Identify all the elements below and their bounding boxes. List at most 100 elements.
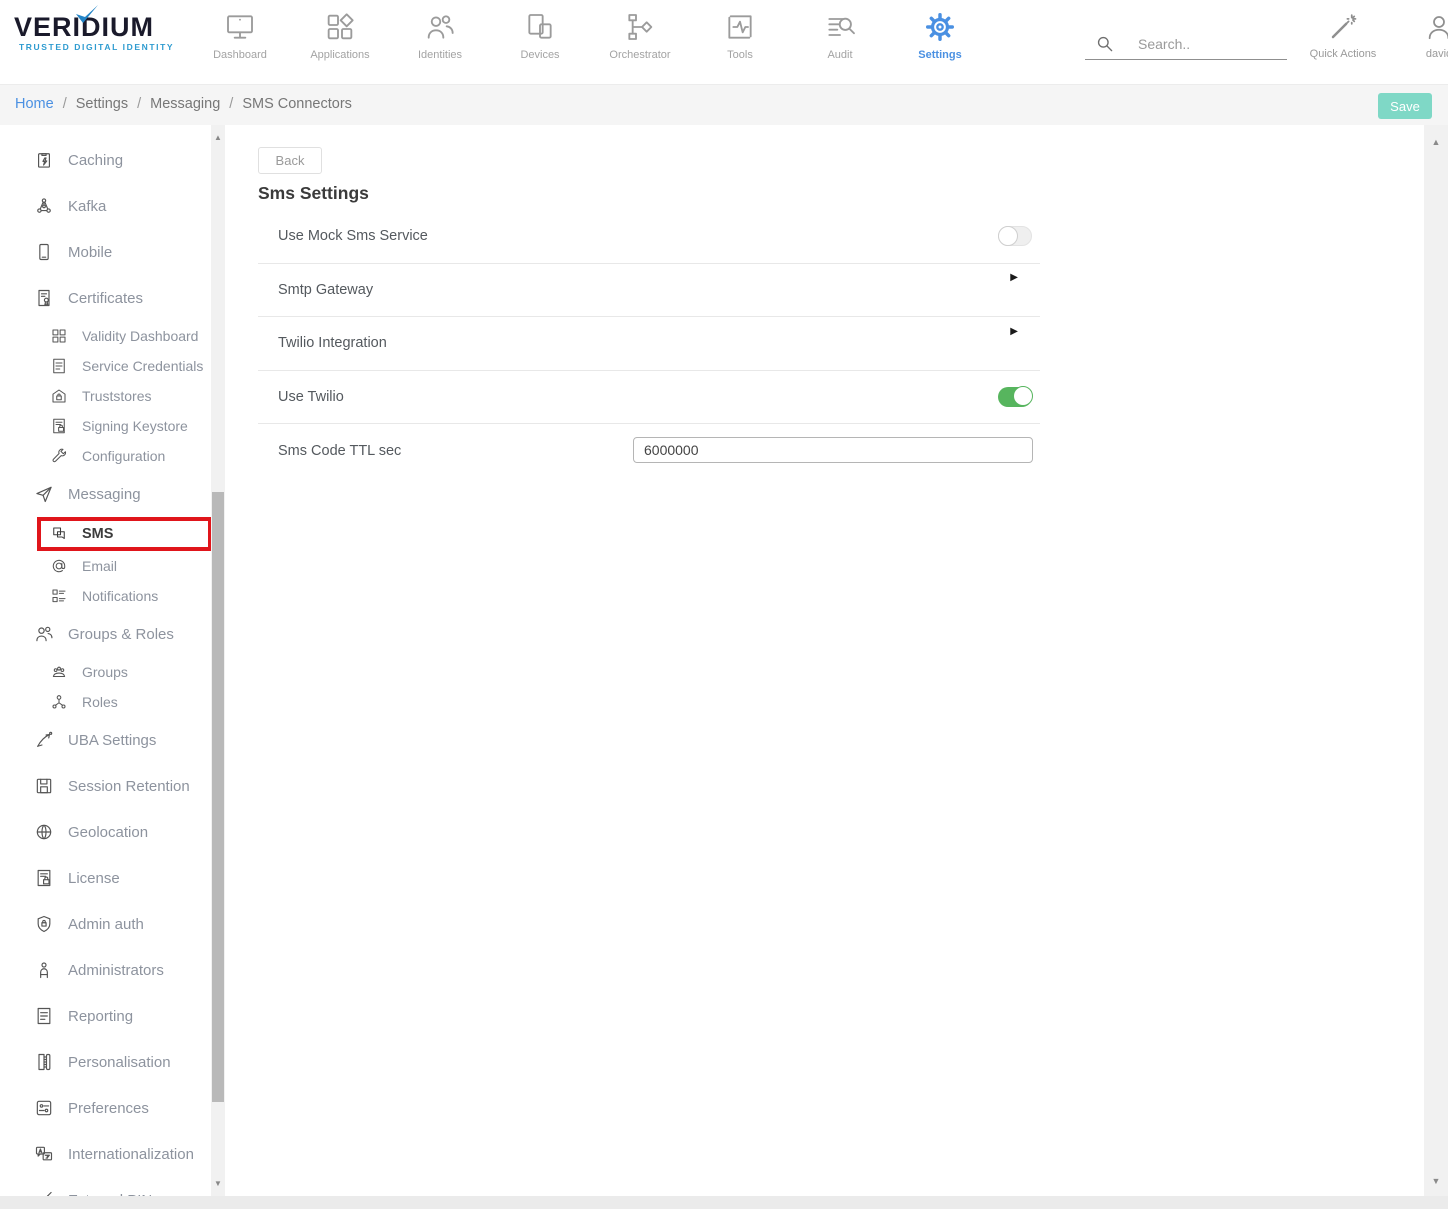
nav-label-tools: Tools	[727, 49, 753, 61]
sidebar-item-admin-auth[interactable]: Admin auth	[0, 901, 212, 947]
search-input[interactable]	[1138, 36, 1278, 52]
nav-item-identities[interactable]: Identities	[390, 8, 490, 72]
page-scroll-down-icon[interactable]: ▼	[1424, 1176, 1448, 1186]
sidebar-item-reporting[interactable]: Reporting	[0, 993, 212, 1039]
nav-item-settings[interactable]: Settings	[890, 8, 990, 72]
row-label-sms-code-ttl-sec: Sms Code TTL sec	[258, 443, 401, 459]
sidebar-item-groups[interactable]: Groups	[0, 657, 212, 687]
doc-lock-icon	[50, 417, 68, 435]
sidebar-item-certificates[interactable]: Certificates	[0, 275, 212, 321]
sms-code-ttl-sec-input[interactable]	[633, 437, 1033, 463]
personalise-icon	[34, 1052, 54, 1072]
nav-label-dashboard: Dashboard	[213, 49, 267, 61]
use-twilio-toggle[interactable]	[998, 387, 1032, 407]
kafka-icon	[34, 196, 54, 216]
sidebar-label-geolocation: Geolocation	[68, 824, 148, 841]
notifications-icon	[50, 587, 68, 605]
roles-icon	[50, 693, 68, 711]
sidebar-item-service-credentials[interactable]: Service Credentials	[0, 351, 212, 381]
sidebar-item-external-pin[interactable]: External PIN	[0, 1177, 212, 1196]
doc-lines-icon	[34, 1006, 54, 1026]
quick-actions-label: Quick Actions	[1310, 48, 1377, 60]
veridium-logo[interactable]: VERIDIUM TRUSTED DIGITAL IDENTITY	[14, 12, 184, 52]
nav-label-identities: Identities	[418, 49, 462, 61]
sidebar-item-internationalization[interactable]: Internationalization	[0, 1131, 212, 1177]
sidebar-item-license[interactable]: License	[0, 855, 212, 901]
safe-icon	[50, 387, 68, 405]
sidebar-label-internationalization: Internationalization	[68, 1146, 194, 1163]
breadcrumb-item-messaging[interactable]: Messaging	[150, 96, 220, 112]
scroll-up-icon[interactable]: ▲	[211, 133, 225, 142]
sidebar-item-email[interactable]: Email	[0, 551, 212, 581]
sidebar-item-roles[interactable]: Roles	[0, 687, 212, 717]
breadcrumb-item-settings[interactable]: Settings	[76, 96, 128, 112]
sidebar-item-personalisation[interactable]: Personalisation	[0, 1039, 212, 1085]
sidebar-item-messaging[interactable]: Messaging	[0, 471, 212, 517]
identities-icon	[424, 11, 456, 43]
doc-lines-icon	[50, 357, 68, 375]
sidebar-label-roles: Roles	[82, 694, 118, 710]
search-box	[1085, 28, 1287, 60]
nav-item-audit[interactable]: Audit	[790, 8, 890, 72]
identities-icon	[34, 624, 54, 644]
sidebar-item-uba-settings[interactable]: UBA Settings	[0, 717, 212, 763]
sidebar-label-reporting: Reporting	[68, 1008, 133, 1025]
nav-label-audit: Audit	[827, 49, 852, 61]
nav-item-dashboard[interactable]: Dashboard	[190, 8, 290, 72]
sidebar-item-groups-roles[interactable]: Groups & Roles	[0, 611, 212, 657]
sidebar-item-notifications[interactable]: Notifications	[0, 581, 212, 611]
sidebar-label-preferences: Preferences	[68, 1100, 149, 1117]
main-nav: Dashboard Applications Identities DevicesOr…	[190, 8, 990, 72]
sidebar-label-truststores: Truststores	[82, 388, 152, 404]
doc-lock-icon	[34, 868, 54, 888]
sidebar-item-truststores[interactable]: Truststores	[0, 381, 212, 411]
breadcrumb-separator: /	[63, 96, 67, 112]
david-button[interactable]: david	[1391, 8, 1448, 72]
header-actions: Quick Actions david	[1295, 8, 1448, 72]
breadcrumb-item-home[interactable]: Home	[15, 96, 54, 112]
user-icon	[1424, 12, 1448, 42]
sidebar-item-geolocation[interactable]: Geolocation	[0, 809, 212, 855]
row-smtp-gateway: Smtp Gateway▶	[258, 264, 1040, 318]
sidebar-label-mobile: Mobile	[68, 244, 112, 261]
sidebar-label-caching: Caching	[68, 152, 123, 169]
page-scrollbar[interactable]: ▲ ▼	[1424, 125, 1448, 1196]
sidebar-label-uba-settings: UBA Settings	[68, 732, 156, 749]
sidebar-scrollbar-thumb[interactable]	[212, 492, 224, 1102]
sidebar-item-sms[interactable]: SMS	[37, 517, 212, 551]
sidebar-item-kafka[interactable]: Kafka	[0, 183, 212, 229]
sidebar-item-preferences[interactable]: Preferences	[0, 1085, 212, 1131]
sidebar-item-validity-dashboard[interactable]: Validity Dashboard	[0, 321, 212, 351]
quick-actions-button[interactable]: Quick Actions	[1295, 8, 1391, 72]
sidebar-list: Caching Kafka Mobile Certificates Validity D…	[0, 125, 212, 1196]
sidebar-label-license: License	[68, 870, 120, 887]
expand-arrow-icon[interactable]: ▶	[1010, 326, 1018, 337]
sidebar-scrollbar[interactable]: ▲ ▼	[211, 125, 225, 1196]
sidebar-item-session-retention[interactable]: Session Retention	[0, 763, 212, 809]
sidebar-label-kafka: Kafka	[68, 198, 106, 215]
save-button[interactable]: Save	[1378, 93, 1432, 119]
nav-item-applications[interactable]: Applications	[290, 8, 390, 72]
sidebar-item-configuration[interactable]: Configuration	[0, 441, 212, 471]
devices-icon	[524, 11, 556, 43]
nav-item-devices[interactable]: Devices	[490, 8, 590, 72]
breadcrumb-item-sms-connectors[interactable]: SMS Connectors	[242, 96, 352, 112]
tools-icon	[724, 11, 756, 43]
back-button[interactable]: Back	[258, 147, 322, 174]
sidebar-label-notifications: Notifications	[82, 588, 158, 604]
page-scroll-up-icon[interactable]: ▲	[1424, 137, 1448, 147]
send-icon	[34, 484, 54, 504]
sidebar-item-administrators[interactable]: Administrators	[0, 947, 212, 993]
sidebar-label-validity-dashboard: Validity Dashboard	[82, 328, 198, 344]
expand-arrow-icon[interactable]: ▶	[1010, 272, 1018, 283]
sidebar-item-signing-keystore[interactable]: Signing Keystore	[0, 411, 212, 441]
nav-item-orchestrator[interactable]: Orchestrator	[590, 8, 690, 72]
sidebar-label-groups-roles: Groups & Roles	[68, 626, 174, 643]
use-mock-sms-service-toggle[interactable]	[998, 226, 1032, 246]
sidebar-item-caching[interactable]: Caching	[0, 137, 212, 183]
sidebar-label-messaging: Messaging	[68, 486, 141, 503]
nav-item-tools[interactable]: Tools	[690, 8, 790, 72]
sidebar-label-service-credentials: Service Credentials	[82, 358, 203, 374]
sidebar-item-mobile[interactable]: Mobile	[0, 229, 212, 275]
scroll-down-icon[interactable]: ▼	[211, 1179, 225, 1188]
